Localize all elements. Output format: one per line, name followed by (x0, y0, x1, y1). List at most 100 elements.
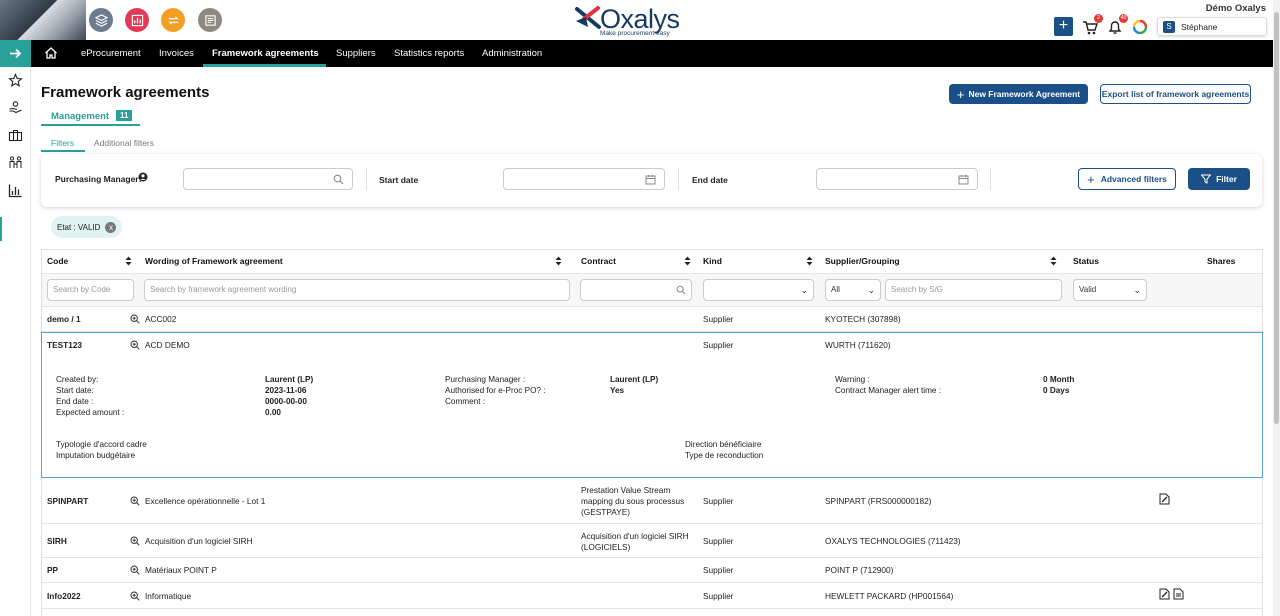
zoom-icon[interactable] (130, 536, 140, 546)
row-wording[interactable]: Acquisition d'un logiciel SIRH (145, 536, 253, 547)
oxalys-logo[interactable]: Oxalys Make procurement easy (574, 3, 704, 39)
header-contract[interactable]: Contract (581, 256, 616, 266)
nav-item-framework-agreements[interactable]: Framework agreements (212, 40, 319, 67)
bar-chart-icon[interactable] (8, 183, 23, 198)
row-code: Info2022 (47, 591, 81, 601)
table-row[interactable] (42, 307, 1262, 332)
sidebar-active-indicator (0, 217, 2, 241)
bell-icon[interactable]: 45 (1106, 14, 1128, 36)
nav-item-invoices[interactable]: Invoices (159, 40, 194, 67)
nav-item-administration[interactable]: Administration (482, 40, 542, 67)
purchasing-manager-detail-value: Laurent (LP) (610, 375, 659, 384)
calendar-icon[interactable] (645, 174, 656, 185)
people-icon[interactable] (8, 155, 23, 170)
star-icon[interactable] (8, 73, 23, 88)
supplier-scope-select[interactable]: All ⌄ (825, 279, 881, 301)
subtab-active-indicator (41, 150, 85, 152)
row-code: TEST123 (47, 340, 83, 350)
table-row[interactable] (42, 558, 1262, 583)
document-icon[interactable] (1173, 588, 1184, 600)
sort-icon[interactable] (806, 256, 813, 266)
row-kind: Supplier (703, 565, 734, 575)
start-date-input[interactable] (503, 168, 665, 190)
alert-time-value: 0 Days (1043, 386, 1070, 395)
nav-item-eprocurement[interactable]: eProcurement (81, 40, 141, 67)
zoom-icon[interactable] (130, 314, 140, 324)
new-framework-agreement-button[interactable]: + New Framework Agreement (949, 84, 1088, 104)
ring-icon[interactable] (1131, 18, 1149, 36)
chevron-down-icon: ⌄ (867, 285, 875, 295)
plus-icon: + (956, 86, 965, 102)
briefcase-icon[interactable] (8, 128, 23, 143)
header-kind[interactable]: Kind (703, 256, 722, 266)
exchange-icon[interactable] (161, 8, 185, 32)
sort-icon[interactable] (555, 256, 562, 266)
sort-icon[interactable] (684, 256, 691, 266)
zoom-icon[interactable] (130, 565, 140, 575)
row-wording[interactable]: Informatique (145, 591, 191, 602)
header-supplier-grouping[interactable]: Supplier/Grouping (825, 256, 900, 266)
export-list-button[interactable]: Export list of framework agreements (1100, 84, 1251, 104)
end-date-input[interactable] (816, 168, 978, 190)
catalog-icon[interactable] (198, 8, 222, 32)
cart-icon[interactable]: 2 (1081, 14, 1103, 36)
created-by-label: Created by: (56, 375, 99, 384)
filter-button[interactable]: Filter (1188, 168, 1250, 190)
row-code: SIRH (47, 536, 67, 546)
header-wording[interactable]: Wording of Framework agreement (145, 256, 283, 266)
supplier-search-input[interactable]: Search by S/G (885, 279, 1062, 301)
subtab-filters[interactable]: Filters (51, 138, 74, 148)
status-select[interactable]: Valid ⌄ (1073, 279, 1147, 301)
search-icon (333, 174, 344, 185)
document-edit-icon[interactable] (1159, 588, 1170, 600)
management-count-badge: 11 (116, 110, 133, 121)
zoom-icon[interactable] (130, 496, 140, 506)
row-wording[interactable]: ACD DEMO (145, 340, 190, 351)
reconduction-label: Type de reconduction (685, 451, 764, 460)
document-edit-icon[interactable] (1159, 493, 1170, 505)
filter-divider (366, 168, 367, 190)
row-contract-line: (GESTPAYE) (581, 507, 631, 517)
tab-management[interactable]: Management (51, 111, 109, 122)
row-wording[interactable]: ACC002 (145, 314, 176, 325)
zoom-icon[interactable] (130, 591, 140, 601)
kind-select[interactable]: ⌄ (703, 279, 814, 301)
subtab-additional-filters[interactable]: Additional filters (94, 138, 154, 148)
contract-search-input[interactable] (580, 279, 692, 301)
table-row[interactable] (42, 333, 1262, 357)
header-status[interactable]: Status (1073, 256, 1099, 266)
header-code[interactable]: Code (47, 256, 68, 266)
supplier-scope-value: All (831, 285, 840, 294)
wording-search-input[interactable]: Search by framework agreement wording (144, 279, 570, 301)
table-row[interactable] (42, 583, 1262, 609)
expected-amount-value: 0.00 (265, 408, 281, 417)
row-wording[interactable]: Matériaux POINT P (145, 565, 217, 576)
user-circle-icon (138, 172, 148, 182)
nav-item-suppliers[interactable]: Suppliers (336, 40, 376, 67)
sort-icon[interactable] (125, 256, 132, 266)
zoom-icon[interactable] (130, 340, 140, 350)
filter-button-label: Filter (1216, 174, 1237, 184)
row-wording[interactable]: Excellence opérationnelle - Lot 1 (145, 496, 265, 507)
code-search-input[interactable]: Search by Code (47, 279, 134, 301)
calendar-icon[interactable] (958, 174, 969, 185)
home-icon[interactable] (44, 46, 58, 60)
alert-time-label: Contract Manager alert time : (835, 386, 942, 395)
chart-icon[interactable] (125, 8, 149, 32)
user-menu[interactable]: S Stéphane (1157, 17, 1267, 36)
advanced-filters-button[interactable]: + Advanced filters (1078, 168, 1176, 190)
row-kind: Supplier (703, 496, 734, 506)
close-icon[interactable]: x (105, 221, 117, 233)
row-contract-line: Prestation Value Stream (581, 485, 671, 495)
arrow-right-icon[interactable] (0, 40, 31, 67)
scrollbar-thumb[interactable] (1274, 12, 1279, 424)
expected-amount-label: Expected amount : (56, 408, 125, 417)
chevron-down-icon: ⌄ (1133, 285, 1141, 295)
nav-item-statistics-reports[interactable]: Statistics reports (394, 40, 464, 67)
purchasing-manager-input[interactable] (183, 168, 353, 190)
hand-icon[interactable] (8, 100, 23, 115)
authorised-label: Authorised for e-Proc PO? : (445, 386, 546, 395)
sort-icon[interactable] (1050, 256, 1057, 266)
layers-icon[interactable] (89, 8, 113, 32)
plus-icon[interactable]: + (1054, 17, 1073, 36)
